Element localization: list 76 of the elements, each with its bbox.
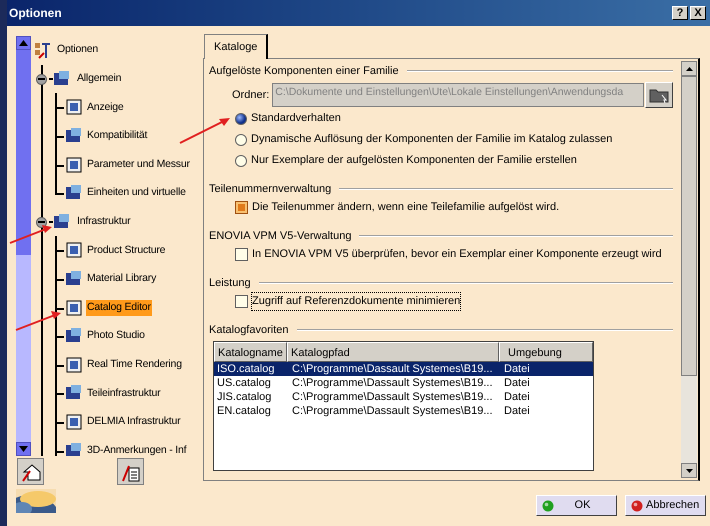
- radio-button[interactable]: [235, 134, 247, 146]
- tile-icon: [65, 356, 83, 374]
- tree-item[interactable]: Optionen: [56, 42, 100, 58]
- checkbox[interactable]: [235, 248, 248, 261]
- collapse-toggle[interactable]: [36, 74, 47, 85]
- checkbox[interactable]: [235, 201, 248, 214]
- tree-item[interactable]: Catalog Editor: [86, 300, 152, 316]
- option-label: Standardverhalten: [251, 111, 341, 126]
- tree-item[interactable]: Einheiten und virtuelle: [86, 185, 187, 202]
- window-title: Optionen: [9, 5, 63, 22]
- home-tool-button[interactable]: [17, 458, 44, 485]
- annotation-arrow: [16, 311, 61, 331]
- tile-icon: [65, 413, 83, 432]
- table-row[interactable]: ISO.catalog C:\Programme\Dassault Systemes\B19... Datei: [214, 362, 593, 376]
- tree-item[interactable]: Material Library: [86, 271, 158, 287]
- option-label: Nur Exemplare der aufgelösten Komponenten der Familie erstellen: [251, 153, 577, 168]
- close-button[interactable]: X: [690, 6, 706, 20]
- tree-item[interactable]: Product Structure: [86, 242, 166, 258]
- status-dot-icon: [542, 500, 554, 512]
- tree-item[interactable]: Parameter und Messur: [86, 156, 191, 173]
- tree-item[interactable]: Photo Studio: [86, 328, 146, 344]
- checkbox[interactable]: [235, 295, 248, 308]
- document-tool-button[interactable]: [117, 458, 144, 485]
- tools-icon: [35, 41, 51, 60]
- annotation-arrow: [10, 225, 52, 244]
- ok-button[interactable]: OK: [536, 495, 617, 516]
- down-arrow-icon: [19, 446, 28, 452]
- tab[interactable]: Kataloge: [204, 34, 268, 59]
- annotation-arrow: [180, 118, 230, 144]
- tile-icon: [53, 212, 71, 231]
- up-arrow-icon: [686, 66, 692, 70]
- section-title: Aufgelöste Komponenten einer Familie: [209, 64, 400, 79]
- browse-button[interactable]: [645, 82, 673, 108]
- section-title: Teilenummernverwaltung: [209, 182, 332, 197]
- status-dot-icon: [631, 500, 643, 512]
- table-row[interactable]: US.catalog C:\Programme\Dassault Systemes\B19... Datei: [214, 376, 593, 390]
- column-header[interactable]: Katalogpfad: [287, 342, 499, 362]
- tree-item[interactable]: Infrastruktur: [76, 214, 132, 230]
- scrollbar[interactable]: [681, 61, 697, 478]
- down-arrow-icon: [686, 468, 692, 472]
- up-arrow-icon: [19, 40, 28, 46]
- section-title: Katalogfavoriten: [209, 322, 290, 338]
- option-label: Dynamische Auflösung der Komponenten der Familie im Katalog zulassen: [251, 132, 612, 148]
- radio-button[interactable]: [235, 112, 247, 124]
- tree-item[interactable]: Kompatibilität: [86, 128, 148, 144]
- column-header[interactable]: Umgebung: [499, 342, 593, 362]
- scrollbar[interactable]: [16, 36, 31, 456]
- tree-item[interactable]: Teileinfrastruktur: [86, 386, 162, 402]
- cancel-button[interactable]: Abbrechen: [625, 495, 706, 516]
- option-label: In ENOVIA VPM V5 überprüfen, bevor ein Exemplar einer Komponente erzeugt wird: [252, 247, 662, 262]
- tile-icon: [53, 70, 71, 88]
- tile-icon: [65, 156, 83, 174]
- collapse-toggle[interactable]: [36, 216, 47, 228]
- tile-icon: [65, 98, 83, 116]
- tree-item[interactable]: 3D-Anmerkungen - Inf: [86, 442, 188, 456]
- column-header[interactable]: Katalogname: [214, 342, 287, 362]
- folder-icon: [649, 87, 669, 103]
- scrollbar-thumb[interactable]: [16, 50, 31, 255]
- tile-icon: [65, 442, 83, 456]
- table-row[interactable]: JIS.catalog C:\Programme\Dassault Systemes\B19... Datei: [214, 390, 593, 404]
- field-label: Ordner:: [232, 88, 270, 103]
- radio-button[interactable]: [235, 154, 247, 166]
- section-title: Leistung: [209, 276, 252, 291]
- scrollbar-thumb[interactable]: [681, 76, 697, 376]
- option-label: Zugriff auf Referenzdokumente minimieren: [252, 293, 460, 310]
- tree-item[interactable]: DELMIA Infrastruktur: [86, 414, 182, 430]
- help-button[interactable]: ?: [672, 6, 688, 20]
- tree-item[interactable]: Allgemein: [76, 71, 122, 87]
- section-title: ENOVIA VPM V5-Verwaltung: [209, 228, 352, 244]
- tile-icon: [65, 241, 83, 260]
- table-row[interactable]: EN.catalog C:\Programme\Dassault Systemes\B19... Datei: [214, 404, 593, 418]
- tree-item[interactable]: Real Time Rendering: [86, 356, 183, 373]
- house-icon: [20, 462, 40, 482]
- tile-icon: [65, 298, 83, 317]
- option-label: Die Teilenummer ändern, wenn eine Teilefamilie aufgelöst wird.: [252, 200, 560, 216]
- tree-item[interactable]: Anzeige: [86, 100, 125, 116]
